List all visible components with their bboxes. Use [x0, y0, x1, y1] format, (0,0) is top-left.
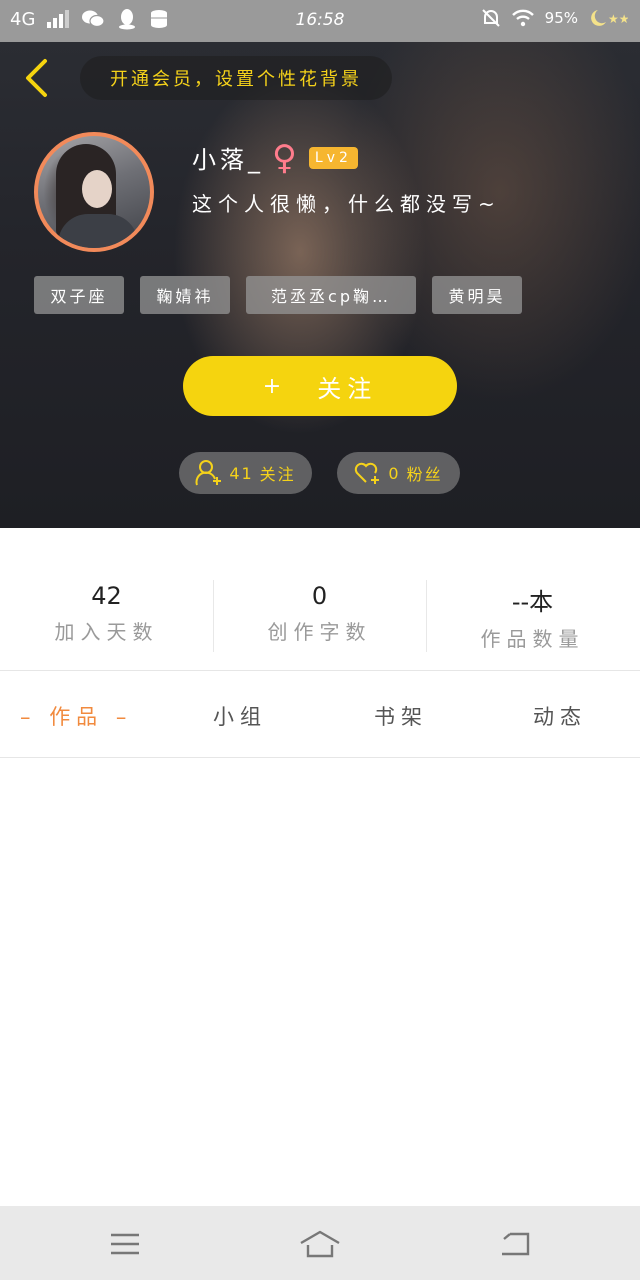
- stat-label: 创作字数: [267, 620, 372, 644]
- divider: [0, 757, 640, 758]
- fans-label: 粉丝: [406, 465, 443, 484]
- tab-activity[interactable]: 动态: [533, 701, 587, 731]
- avatar[interactable]: [34, 132, 154, 252]
- menu-icon: [111, 1233, 139, 1255]
- mute-icon: [481, 9, 500, 27]
- stat-label: 作品数量: [480, 627, 585, 651]
- stat-value: --本: [511, 588, 554, 616]
- back-nav-button[interactable]: [485, 1224, 545, 1264]
- svg-text:★★: ★★: [608, 12, 628, 26]
- stat-value: 42: [91, 582, 122, 610]
- following-button[interactable]: 41 关注: [179, 452, 312, 494]
- level-badge: Lv2: [308, 146, 358, 169]
- back-button[interactable]: [18, 56, 54, 100]
- bio: 这个人很懒，什么都没写~: [192, 192, 501, 216]
- add-user-icon: [195, 460, 222, 486]
- return-icon: [502, 1232, 530, 1256]
- tag-item[interactable]: 鞠婧祎: [140, 276, 230, 314]
- weather-moon-stars-icon: ★★: [591, 10, 628, 26]
- avatar-face: [82, 170, 112, 208]
- chevron-left-icon: [26, 59, 47, 97]
- tab-bookshelf[interactable]: 书架: [374, 701, 428, 731]
- wifi-icon: [511, 9, 534, 27]
- home-icon: [300, 1230, 340, 1258]
- stat-word-count: 0 创作字数: [213, 582, 426, 645]
- following-label: 关注: [259, 465, 296, 484]
- follow-label: 关注: [317, 374, 378, 403]
- status-bar: 4G 16:58 95% ★★: [0, 0, 640, 42]
- heart-plus-icon: [355, 462, 380, 484]
- stats-row: 42 加入天数 0 创作字数 --本 作品数量: [0, 528, 640, 670]
- profile-tabs: – 作品 – 小组 书架 动态: [0, 671, 640, 757]
- username-row: 小落_ ♀ Lv2: [192, 140, 358, 175]
- avatar-coat: [58, 214, 138, 248]
- vip-background-banner[interactable]: 开通会员，设置个性花背景: [80, 56, 392, 100]
- tag-item[interactable]: 范丞丞cp鞠…: [246, 276, 416, 314]
- home-button[interactable]: [290, 1224, 350, 1264]
- stat-join-days: 42 加入天数: [0, 582, 213, 645]
- tag-item[interactable]: 双子座: [34, 276, 124, 314]
- stat-works-count: --本 作品数量: [426, 582, 639, 652]
- stat-label: 加入天数: [54, 620, 159, 644]
- tab-label: 作品: [49, 705, 104, 729]
- status-right: 95% ★★: [481, 8, 628, 28]
- fans-count: 0: [388, 463, 401, 483]
- tag-item[interactable]: 黄明昊: [432, 276, 522, 314]
- follow-button[interactable]: + 关注: [183, 356, 457, 416]
- following-count: 41: [229, 463, 254, 483]
- system-nav-bar: [0, 1206, 640, 1280]
- battery-percent: 95%: [544, 9, 578, 27]
- female-icon: ♀: [272, 137, 301, 178]
- tab-groups[interactable]: 小组: [213, 701, 267, 731]
- tab-works[interactable]: – 作品 –: [20, 701, 132, 731]
- menu-button[interactable]: [95, 1224, 155, 1264]
- plus-icon: +: [262, 373, 288, 399]
- profile-header: 开通会员，设置个性花背景 小落_ ♀ Lv2 这个人很懒，什么都没写~ 双子座 …: [0, 42, 640, 528]
- fans-button[interactable]: 0 粉丝: [337, 452, 460, 494]
- username: 小落_: [192, 146, 264, 174]
- stat-value: 0: [311, 582, 328, 610]
